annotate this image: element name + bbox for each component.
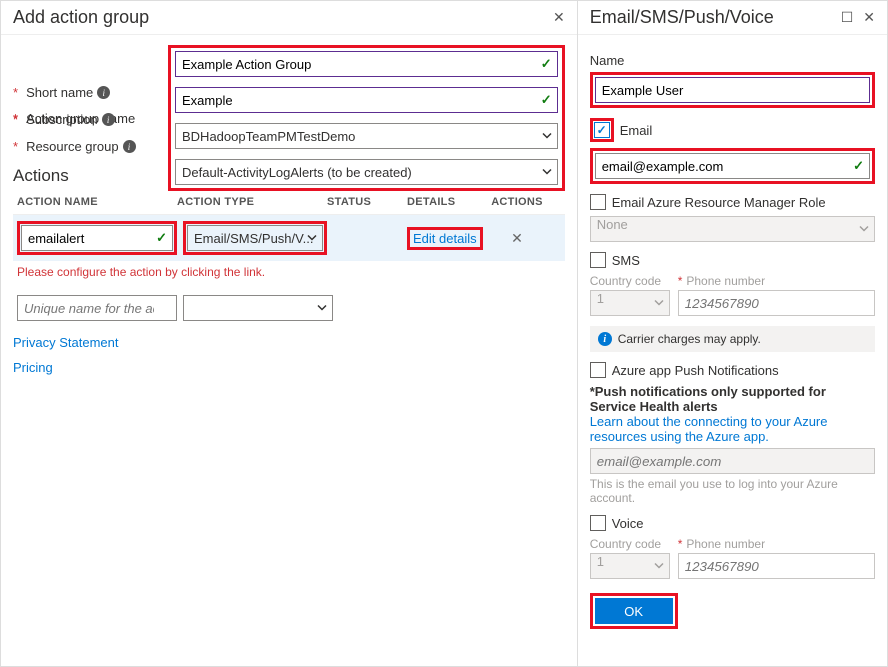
ok-button[interactable]: OK [595,598,673,624]
label-subscription: *Subscription i [13,112,168,127]
action-config-error: Please configure the action by clicking … [17,265,565,279]
voice-checkbox[interactable] [590,515,606,531]
email-checkbox[interactable] [594,122,610,138]
phone-label: *Phone number [678,274,875,288]
voice-country-select: 1 [590,553,670,579]
info-icon[interactable]: i [123,140,136,153]
check-icon: ✓ [853,158,864,174]
delete-action-icon[interactable]: ✕ [511,230,523,246]
right-pane-title: Email/SMS/Push/Voice [590,7,841,28]
sms-checkbox[interactable] [590,252,606,268]
close-icon[interactable]: ✕ [863,9,875,26]
check-icon: ✓ [156,230,167,246]
sms-country-select: 1 [590,290,670,316]
name-label: Name [590,53,875,68]
pricing-link[interactable]: Pricing [13,360,53,375]
actions-table-header: ACTION NAME ACTION TYPE STATUS DETAILS A… [13,190,565,215]
subscription-select[interactable]: BDHadoopTeamPMTestDemo [175,123,558,149]
push-email-input [590,448,875,474]
check-icon: ✓ [541,56,552,72]
carrier-notice: i Carrier charges may apply. [590,326,875,352]
info-icon[interactable]: i [97,86,110,99]
privacy-link[interactable]: Privacy Statement [13,335,119,350]
push-checkbox[interactable] [590,362,606,378]
action-row-new [13,289,565,327]
push-learn-link[interactable]: Learn about the connecting to your Azure… [590,414,828,444]
left-pane-title: Add action group [13,7,553,28]
voice-label: Voice [612,516,644,531]
maximize-icon[interactable]: ☐ [841,9,854,26]
action-group-name-input[interactable] [175,51,558,77]
email-input[interactable] [595,153,870,179]
notify-name-input[interactable] [595,77,870,103]
push-label: Azure app Push Notifications [612,363,779,378]
voice-country-label: Country code [590,537,670,551]
short-name-input[interactable] [175,87,558,113]
sms-phone-input [678,290,875,316]
label-short-name: *Short name i [13,85,168,100]
info-icon: i [598,332,612,346]
voice-phone-label: *Phone number [678,537,875,551]
new-action-name-input[interactable] [17,295,177,321]
email-checkbox-label: Email [620,123,653,138]
email-sms-push-voice-pane: Email/SMS/Push/Voice ☐ ✕ Name Email [578,1,887,666]
add-action-group-pane: Add action group ✕ *Action group name ✓ [1,1,578,666]
action-type-select[interactable]: Email/SMS/Push/V... [187,225,323,251]
push-help-text: This is the email you use to log into yo… [590,477,875,505]
arm-role-label: Email Azure Resource Manager Role [612,195,826,210]
country-code-label: Country code [590,274,670,288]
push-note: *Push notifications only supported for S… [590,384,875,414]
arm-role-checkbox[interactable] [590,194,606,210]
voice-phone-input [678,553,875,579]
left-pane-header: Add action group ✕ [1,1,577,35]
new-action-type-select[interactable] [183,295,333,321]
action-row: ✓ Email/SMS/Push/V... Edit deta [13,215,565,261]
close-icon[interactable]: ✕ [553,9,565,26]
action-name-input[interactable] [21,225,173,251]
arm-role-select: None [590,216,875,242]
sms-label: SMS [612,253,640,268]
edit-details-link[interactable]: Edit details [413,231,477,246]
check-icon: ✓ [541,92,552,108]
right-pane-header: Email/SMS/Push/Voice ☐ ✕ [578,1,887,35]
info-icon[interactable]: i [102,113,115,126]
label-resource-group: *Resource group i [13,139,168,154]
resource-group-select[interactable]: Default-ActivityLogAlerts (to be created… [175,159,558,185]
